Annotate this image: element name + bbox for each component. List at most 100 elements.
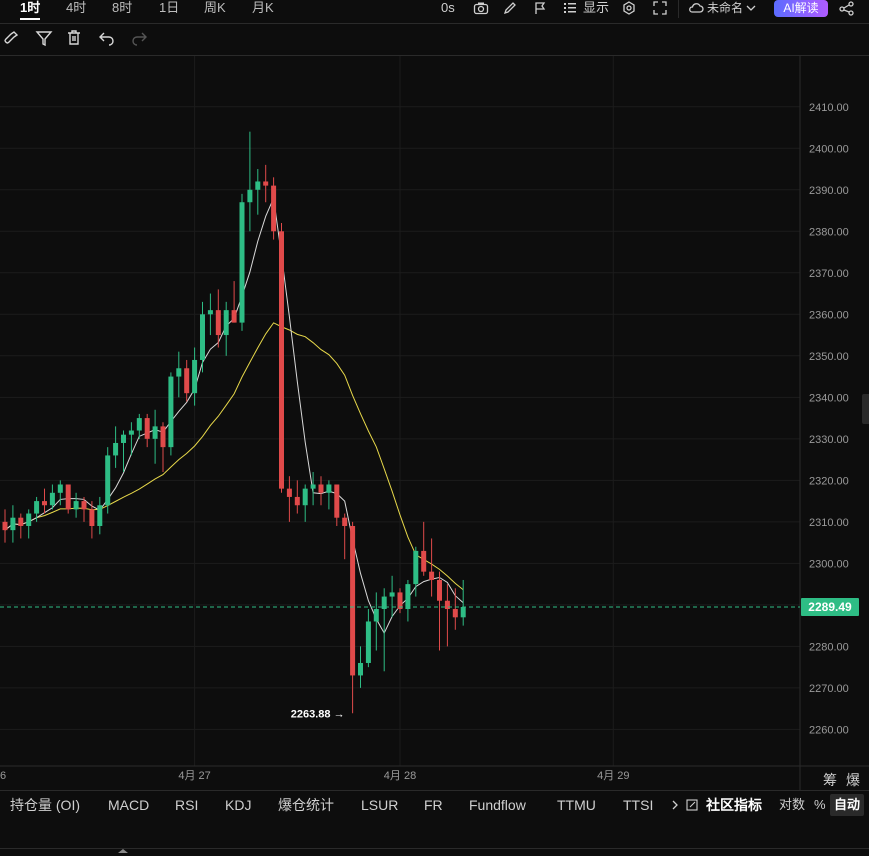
side-panel-toggle[interactable] <box>862 394 869 424</box>
edit-icon[interactable] <box>686 799 698 811</box>
timeframe-1m[interactable]: 月K <box>252 0 274 18</box>
menu-icon[interactable] <box>563 2 577 20</box>
price-tick-label: 2390.00 <box>809 185 849 197</box>
candle-body <box>215 310 221 336</box>
fullscreen-icon[interactable] <box>653 1 667 19</box>
candle-body <box>89 509 95 526</box>
tab-lsur[interactable]: LSUR <box>361 794 398 816</box>
candle-body <box>294 496 300 506</box>
community-indicators-button[interactable]: 社区指标 <box>706 794 762 816</box>
candle-body <box>444 600 450 610</box>
percent-scale-toggle[interactable]: % <box>814 794 826 816</box>
price-tick-label: 2270.00 <box>809 683 849 695</box>
countdown-text: 0s <box>441 0 455 15</box>
candle-body <box>405 584 411 610</box>
camera-icon[interactable] <box>473 1 489 19</box>
pen-icon[interactable] <box>503 1 518 19</box>
candle-body <box>105 455 111 506</box>
auto-scale-toggle[interactable]: 自动 <box>830 794 865 816</box>
price-tick-label: 2310.00 <box>809 517 849 529</box>
candle-body <box>176 368 182 377</box>
trash-icon[interactable] <box>64 28 84 48</box>
candle-body <box>271 185 277 232</box>
current-price-label: 2289.49 <box>808 600 852 614</box>
liquidation-label[interactable]: 爆 <box>846 770 860 790</box>
candle-body <box>128 430 134 435</box>
candle-body <box>389 592 395 597</box>
tab-open-interest[interactable]: 持仓量 (OI) <box>10 794 80 816</box>
cloud-icon[interactable] <box>688 1 704 19</box>
candle-body <box>318 484 324 493</box>
candle-body <box>152 426 158 439</box>
drawing-toolbar <box>0 28 869 50</box>
moving-averages <box>4 196 464 635</box>
tab-ttmu[interactable]: TTMU <box>557 794 596 816</box>
tab-rsi[interactable]: RSI <box>175 794 198 816</box>
chart-overlay: 2289.49 2263.88 → <box>0 597 859 720</box>
tab-liquidation-stats[interactable]: 爆仓统计 <box>278 794 334 816</box>
candle-body <box>144 418 150 439</box>
chevron-right-icon[interactable] <box>671 800 679 810</box>
price-tick-label: 2280.00 <box>809 641 849 653</box>
chevron-down-icon[interactable] <box>746 3 756 21</box>
candle-body <box>200 314 205 360</box>
time-axis: 6 4月 27 4月 28 4月 29 <box>0 765 869 782</box>
candle-body <box>239 202 245 323</box>
timeframe-1h[interactable]: 1时 <box>20 0 41 20</box>
candle-body <box>350 526 356 676</box>
candle-body <box>18 517 24 526</box>
redo-icon[interactable] <box>129 28 149 48</box>
price-tick-label: 2370.00 <box>809 268 849 280</box>
candle-body <box>57 484 63 493</box>
display-button[interactable]: 显示 <box>583 0 609 18</box>
chart-grid <box>0 56 800 766</box>
candle-body <box>326 484 332 493</box>
settings-icon[interactable] <box>622 1 636 19</box>
tab-macd[interactable]: MACD <box>108 794 149 816</box>
ai-analysis-button[interactable]: AI解读 <box>774 0 828 17</box>
candle-body <box>286 488 292 497</box>
candle-body <box>49 492 55 506</box>
timeframe-1d[interactable]: 1日 <box>159 0 179 18</box>
price-tick-label: 2260.00 <box>809 724 849 736</box>
timeframe-4h[interactable]: 4时 <box>66 0 86 18</box>
undo-icon[interactable] <box>97 28 117 48</box>
candle-body <box>373 609 379 622</box>
candle-body <box>160 426 166 448</box>
candle-body <box>42 501 47 506</box>
candlestick-chart[interactable]: 2410.00 2400.00 2390.00 2380.00 2370.00 2360.… <box>0 56 869 790</box>
candle-body <box>310 484 316 489</box>
filter-icon[interactable] <box>34 28 54 48</box>
flag-icon[interactable] <box>533 1 547 19</box>
tab-ttsi[interactable]: TTSI <box>623 794 653 816</box>
chip-distribution-label[interactable]: 筹 <box>823 770 837 790</box>
candle-body <box>34 501 40 514</box>
magnet-icon[interactable] <box>1 28 21 48</box>
candle-body <box>429 571 435 580</box>
price-tick-label: 2400.00 <box>809 143 849 155</box>
tab-kdj[interactable]: KDJ <box>225 794 251 816</box>
candle-body <box>136 418 142 431</box>
candle-body <box>421 550 427 572</box>
panel-resize-handle[interactable] <box>110 846 136 854</box>
ma-slow-line <box>4 322 464 591</box>
candle-body <box>113 442 119 456</box>
price-tick-label: 2300.00 <box>809 558 849 570</box>
timeframe-8h[interactable]: 8时 <box>112 0 132 18</box>
low-price-marker: 2263.88 → <box>291 708 345 720</box>
price-tick-label: 2340.00 <box>809 392 849 404</box>
candle-body <box>223 310 229 336</box>
candle-body <box>460 606 466 618</box>
price-tick-label: 2350.00 <box>809 351 849 363</box>
layout-name[interactable]: 未命名 <box>707 0 743 18</box>
timeframe-1w[interactable]: 周K <box>204 0 226 18</box>
candle-body <box>437 579 442 601</box>
share-icon[interactable] <box>839 1 855 19</box>
log-scale-toggle[interactable]: 对数 <box>779 794 805 816</box>
candle-body <box>263 181 269 186</box>
candle-body <box>334 484 340 518</box>
candle-body <box>73 501 79 510</box>
tab-fundflow[interactable]: Fundflow <box>469 794 526 816</box>
tab-fr[interactable]: FR <box>424 794 443 816</box>
candle-body <box>342 517 348 526</box>
